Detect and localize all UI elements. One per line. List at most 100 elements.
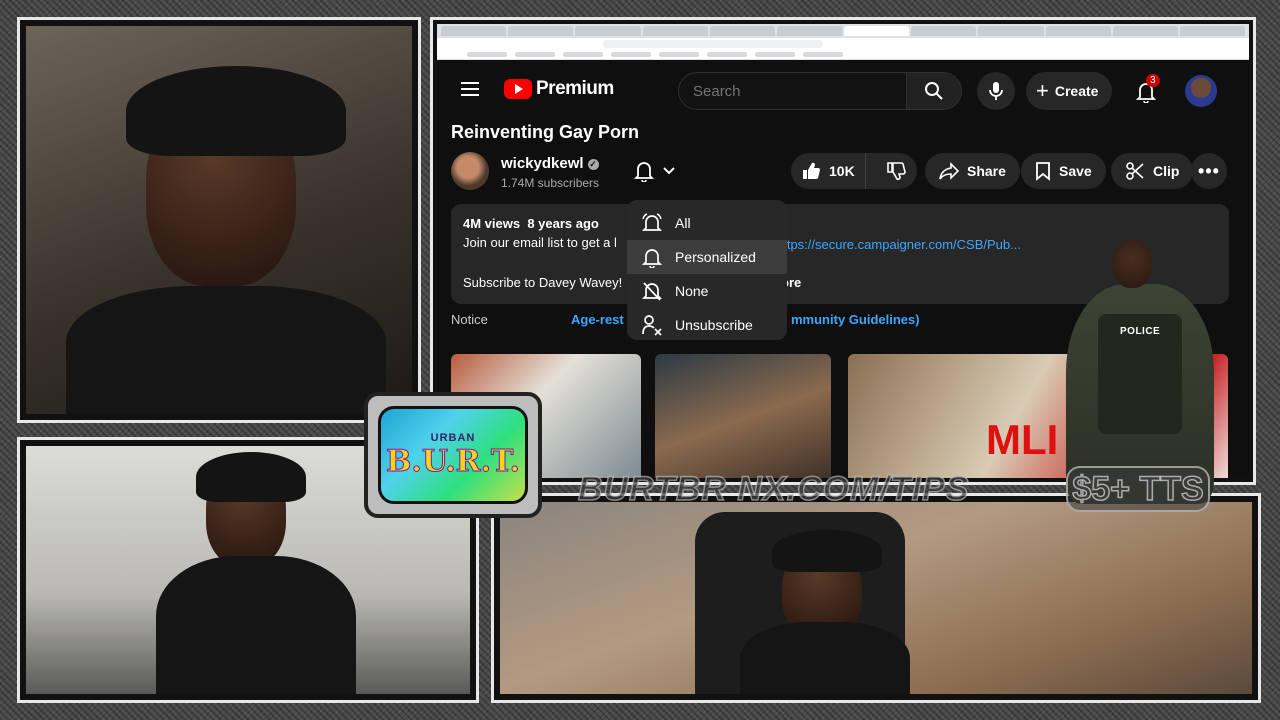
thumbs-down-icon <box>886 162 906 181</box>
menu-item-personalized[interactable]: Personalized <box>627 240 787 274</box>
channel-avatar[interactable] <box>451 152 489 190</box>
like-button[interactable]: 10K <box>791 153 866 189</box>
bookmark[interactable] <box>755 52 795 57</box>
channel-name[interactable]: wickydkewl ✓ <box>501 155 599 172</box>
bookmark[interactable] <box>659 52 699 57</box>
save-label: Save <box>1059 163 1092 179</box>
bookmark[interactable] <box>467 52 507 57</box>
youtube-header: Premium + Create 3 <box>437 64 1249 118</box>
browser-tab[interactable] <box>911 26 977 36</box>
notification-badge: 3 <box>1146 74 1160 87</box>
bookmark-icon <box>1036 162 1050 181</box>
bookmark[interactable] <box>515 52 555 57</box>
channel-row: wickydkewl ✓ 1.74M subscribers 10K Share … <box>451 152 1241 192</box>
notifications-button[interactable]: 3 <box>1130 74 1162 108</box>
chevron-down-icon <box>663 167 675 175</box>
person-remove-icon <box>642 315 662 336</box>
webcam-top-left <box>17 17 421 423</box>
webcam-bottom-right <box>491 493 1261 703</box>
burt-subtitle: URBAN <box>430 431 476 444</box>
subscription-bell-button[interactable] <box>621 153 689 189</box>
browser-tab[interactable] <box>709 26 775 36</box>
menu-item-label: Personalized <box>675 249 756 265</box>
channel-name-text: wickydkewl <box>501 155 584 172</box>
create-label: Create <box>1054 83 1099 99</box>
subscriber-count: 1.74M subscribers <box>501 176 600 190</box>
youtube-play-icon <box>504 79 532 99</box>
streamer-cap <box>772 530 882 572</box>
video-meta: 4M views 8 years ago <box>463 216 1217 231</box>
video-title: Reinventing Gay Porn <box>451 122 640 142</box>
search-input[interactable] <box>678 72 907 110</box>
upload-age: 8 years ago <box>527 216 599 231</box>
share-button[interactable]: Share <box>925 153 1020 189</box>
dislike-button[interactable] <box>874 153 918 189</box>
bookmark[interactable] <box>803 52 843 57</box>
more-horizontal-icon: ••• <box>1198 160 1220 181</box>
share-icon <box>939 162 959 180</box>
bell-off-icon <box>641 282 663 301</box>
burt-tv-logo: URBAN B.U.R.T. <box>364 392 542 518</box>
menu-item-label: None <box>675 283 709 299</box>
clip-label: Clip <box>1153 163 1180 179</box>
account-avatar[interactable] <box>1185 75 1217 107</box>
bookmark[interactable] <box>707 52 747 57</box>
browser-tab[interactable] <box>508 26 574 36</box>
streamer-shirt <box>156 556 356 694</box>
menu-item-none[interactable]: None <box>627 274 787 308</box>
community-guidelines-link[interactable]: mmunity Guidelines) <box>791 312 920 327</box>
browser-tab[interactable] <box>978 26 1044 36</box>
address-bar[interactable] <box>437 38 1249 50</box>
browser-tab[interactable] <box>642 26 708 36</box>
description-link[interactable]: https://secure.campaigner.com/CSB/Pub... <box>776 237 1021 252</box>
browser-tab[interactable] <box>441 26 507 36</box>
thumbnail-text: MLI <box>986 416 1059 463</box>
description-subscribe-line: Subscribe to Davey Wavey! <box>463 275 623 290</box>
browser-tab[interactable] <box>776 26 843 36</box>
tts-badge: $5+ TTS <box>1066 466 1210 512</box>
age-restriction-link[interactable]: Age-rest <box>571 312 624 327</box>
streamer-shirt <box>740 622 910 694</box>
browser-tab[interactable] <box>1045 26 1111 36</box>
youtube-logo[interactable]: Premium <box>504 78 614 100</box>
bookmark[interactable] <box>563 52 603 57</box>
plus-icon: + <box>1036 78 1049 103</box>
create-button[interactable]: + Create <box>1026 72 1113 110</box>
more-actions-button[interactable]: ••• <box>1191 153 1227 189</box>
scissors-icon <box>1126 162 1144 180</box>
search-icon <box>925 82 943 100</box>
verified-icon: ✓ <box>587 158 599 170</box>
police-label: POLICE <box>1120 326 1161 337</box>
menu-item-label: All <box>675 215 691 231</box>
bell-icon <box>634 162 654 182</box>
like-dislike-group: 10K <box>791 153 917 189</box>
officer-head <box>1112 240 1152 288</box>
logo-text: Premium <box>536 78 614 99</box>
notice-label: Notice <box>451 312 488 327</box>
thumbs-up-icon <box>803 162 820 180</box>
streamer-cap <box>126 66 346 156</box>
menu-item-all[interactable]: All <box>627 206 787 240</box>
mic-icon <box>989 82 1003 100</box>
menu-item-unsubscribe[interactable]: Unsubscribe <box>627 308 787 342</box>
url-field[interactable] <box>603 40 823 48</box>
share-label: Share <box>967 163 1006 179</box>
browser-tabs[interactable] <box>437 24 1249 38</box>
browser-tab[interactable] <box>1112 26 1178 36</box>
bookmark[interactable] <box>611 52 651 57</box>
browser-tab[interactable] <box>1179 26 1246 36</box>
streamer-shirt <box>66 286 386 414</box>
like-count: 10K <box>829 163 855 179</box>
menu-icon[interactable] <box>461 82 479 96</box>
search-button[interactable] <box>907 72 962 110</box>
save-button[interactable]: Save <box>1021 153 1106 189</box>
video-thumbnail[interactable] <box>655 354 831 478</box>
streamer-cap <box>196 452 306 502</box>
clip-button[interactable]: Clip <box>1111 153 1194 189</box>
voice-search-button[interactable] <box>977 72 1015 110</box>
notification-settings-menu: All Personalized None Unsubscribe <box>627 200 787 340</box>
search-bar <box>678 72 962 110</box>
browser-tab-active[interactable] <box>844 26 910 36</box>
burt-screen: URBAN B.U.R.T. <box>378 406 528 504</box>
browser-tab[interactable] <box>575 26 641 36</box>
